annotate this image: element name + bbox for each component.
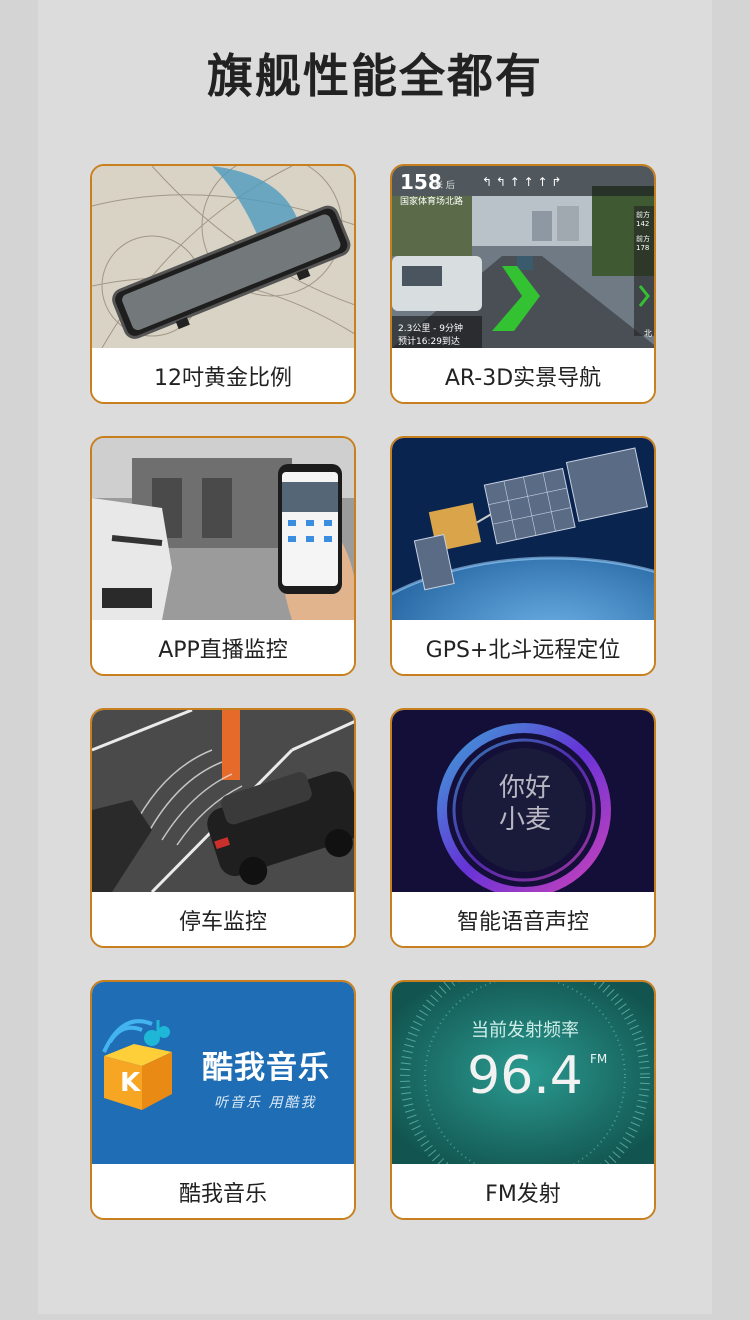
fm-unit: FM	[590, 1052, 608, 1066]
kuwo-brand: 酷我音乐	[202, 1050, 330, 1086]
svg-text:↰ ↰ ↑ ↑ ↑ ↱: ↰ ↰ ↑ ↑ ↑ ↱	[482, 175, 561, 189]
feature-card-ar-navigation[interactable]: ↰ ↰ ↑ ↑ ↑ ↱ 158 米 后 国家体育场北路 2.3公里 - 9分钟 …	[390, 164, 656, 404]
feature-card-voice-control[interactable]: 你好 小麦 智能语音声控	[390, 708, 656, 948]
feature-card-parking-monitoring[interactable]: 停车监控	[90, 708, 356, 948]
music-image: K 酷我音乐 听音乐 用酷我	[92, 982, 354, 1164]
fm-caption: 当前发射频率	[471, 1020, 579, 1041]
feature-card-screen-ratio[interactable]: 12吋黄金比例	[90, 164, 356, 404]
parking-image	[92, 710, 354, 892]
voice-line-1: 你好	[498, 773, 551, 803]
side-info-1: 前方142	[636, 211, 650, 228]
voice-image: 你好 小麦	[392, 710, 654, 892]
side-info-3: 北	[644, 329, 652, 338]
feature-card-gps-beidou[interactable]: GPS+北斗远程定位	[390, 436, 656, 676]
route-distance: 2.3公里 - 9分钟	[398, 324, 464, 334]
feature-label: FM发射	[392, 1164, 654, 1218]
feature-card-app-monitoring[interactable]: APP直播监控	[90, 436, 356, 676]
kuwo-logo-letter: K	[120, 1068, 141, 1098]
feature-label: 智能语音声控	[392, 892, 654, 946]
feature-card-kuwo-music[interactable]: K 酷我音乐 听音乐 用酷我 酷我音乐	[90, 980, 356, 1220]
feature-card-fm-transmitter[interactable]: 当前发射频率 96.4 FM FM发射	[390, 980, 656, 1220]
fm-image: 当前发射频率 96.4 FM	[392, 982, 654, 1164]
feature-label: 12吋黄金比例	[92, 348, 354, 402]
page-title: 旗舰性能全都有	[207, 49, 543, 103]
voice-greeting: 你好 小麦	[392, 772, 654, 836]
ar-navigation-image: ↰ ↰ ↑ ↑ ↑ ↱ 158 米 后 国家体育场北路 2.3公里 - 9分钟 …	[392, 166, 654, 348]
fm-frequency: 96.4	[467, 1046, 583, 1106]
feature-label: GPS+北斗远程定位	[392, 620, 654, 674]
kuwo-slogan: 听音乐 用酷我	[214, 1095, 317, 1111]
satellite-image	[392, 438, 654, 620]
mirror-image	[92, 166, 354, 348]
side-info-2: 前方178	[636, 235, 650, 252]
road-name: 国家体育场北路	[400, 197, 464, 207]
feature-label: APP直播监控	[92, 620, 354, 674]
feature-label: 酷我音乐	[92, 1164, 354, 1218]
speed-unit: 米 后	[434, 181, 455, 191]
feature-label: 停车监控	[92, 892, 354, 946]
arrival-time: 预计16:29到达	[398, 337, 460, 347]
feature-label: AR-3D实景导航	[392, 348, 654, 402]
voice-line-2: 小麦	[498, 805, 551, 835]
page: 旗舰性能全都有 12吋黄金比例 ↰ ↰ ↑ ↑ ↑ ↱ 158 米 后 国家体育…	[38, 0, 712, 1314]
app-monitoring-image	[92, 438, 354, 620]
